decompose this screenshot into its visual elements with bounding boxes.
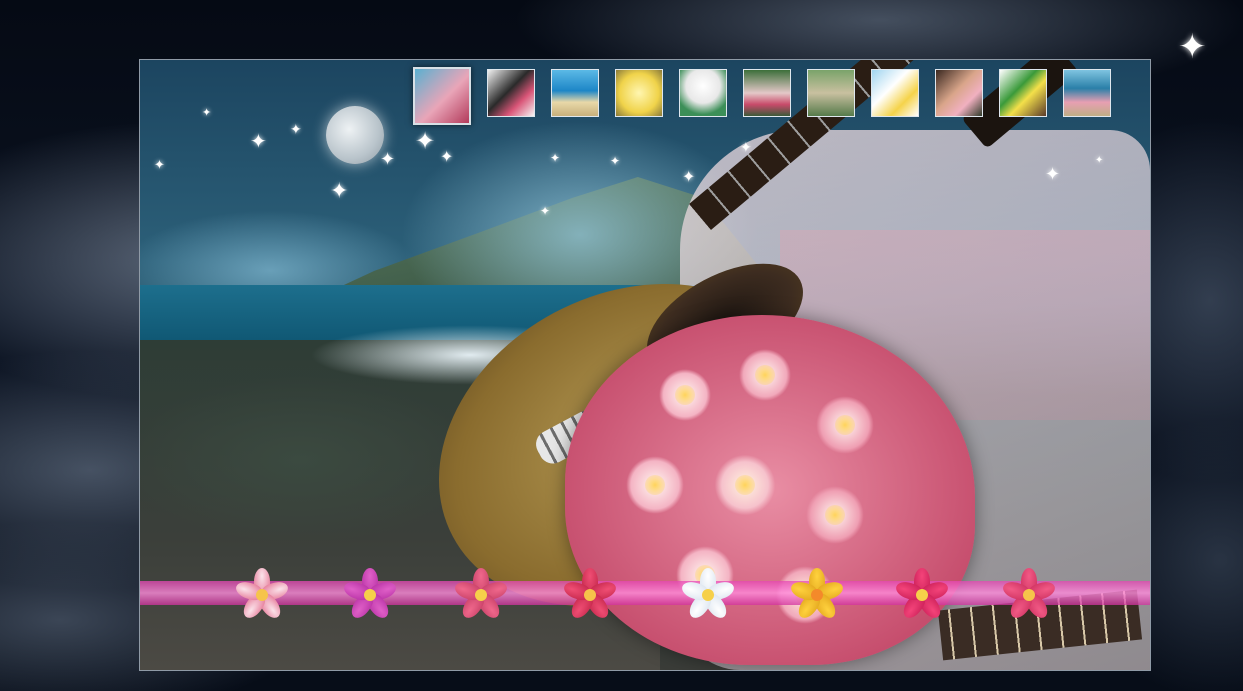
flower-bar xyxy=(140,581,1150,605)
flower-center xyxy=(584,589,596,601)
thumbnail-image xyxy=(1064,70,1110,116)
flower-center xyxy=(1023,589,1035,601)
thumb-bouquet-shore[interactable] xyxy=(1063,69,1111,117)
flower-center xyxy=(735,475,755,495)
flower-center xyxy=(755,365,775,385)
thumb-couple-yellow-bouquet[interactable] xyxy=(871,69,919,117)
thumb-couple-walking[interactable] xyxy=(807,69,855,117)
slideshow-stage: ✦ ✦ ✦ ✦ ✦ ✦ ✦ ✦ ✦ ✦ ✦ ✦ ✦ ✦ ✦ xyxy=(139,59,1151,671)
flower-white-button[interactable] xyxy=(679,568,737,622)
flower-center xyxy=(835,415,855,435)
flower-center xyxy=(702,589,714,601)
flower-deep-pink-button[interactable] xyxy=(561,568,619,622)
thumb-bride-smiling[interactable] xyxy=(935,69,983,117)
flower-center xyxy=(645,475,665,495)
sparkle-icon: ✦ xyxy=(540,204,551,218)
moon-icon xyxy=(326,106,384,164)
sparkle-icon: ✦ xyxy=(1045,164,1061,184)
flower-center xyxy=(675,385,695,405)
sparkle-icon: ✦ xyxy=(1095,155,1104,166)
sparkle-icon: ✦ xyxy=(380,149,396,169)
flower-center xyxy=(475,589,487,601)
thumbnail-image xyxy=(808,70,854,116)
thumbnail-image xyxy=(872,70,918,116)
thumbnail-image xyxy=(488,70,534,116)
sparkle-icon: ✦ xyxy=(682,169,696,186)
thumbnail-strip xyxy=(413,67,1111,125)
flower-pink-white-button[interactable] xyxy=(233,568,291,622)
thumb-bride-bouquet-garden[interactable] xyxy=(743,69,791,117)
sparkle-icon: ✦ xyxy=(610,154,621,168)
sparkle-icon: ✦ xyxy=(290,121,302,137)
sparkle-icon: ✦ xyxy=(1178,28,1207,66)
thumb-couple-lei[interactable] xyxy=(999,69,1047,117)
flower-yellow-button[interactable] xyxy=(788,568,846,622)
thumb-bouquet-beach[interactable] xyxy=(413,67,471,125)
sparkle-icon: ✦ xyxy=(550,151,561,165)
sparkle-icon: ✦ xyxy=(440,149,454,166)
flower-rose-button[interactable] xyxy=(1000,568,1058,622)
thumbnail-image xyxy=(680,70,726,116)
flower-magenta-button[interactable] xyxy=(341,568,399,622)
thumbnail-image xyxy=(415,69,469,123)
thumbnail-image xyxy=(936,70,982,116)
flower-center xyxy=(256,589,268,601)
thumbnail-image xyxy=(744,70,790,116)
thumbnail-image xyxy=(1000,70,1046,116)
thumb-beach-arch[interactable] xyxy=(551,69,599,117)
thumb-yellow-bouquet[interactable] xyxy=(615,69,663,117)
sparkle-icon: ✦ xyxy=(330,178,349,203)
sparkle-icon: ✦ xyxy=(154,157,165,172)
flower-pink-button[interactable] xyxy=(452,568,510,622)
flower-center xyxy=(916,589,928,601)
sparkle-icon: ✦ xyxy=(202,107,212,119)
thumbnail-image xyxy=(552,70,598,116)
flower-center xyxy=(825,505,845,525)
flower-hot-pink-button[interactable] xyxy=(893,568,951,622)
flower-center xyxy=(364,589,376,601)
thumb-couple-kiss-bouquet[interactable] xyxy=(487,69,535,117)
thumbnail-image xyxy=(616,70,662,116)
thumb-bride-umbrella[interactable] xyxy=(679,69,727,117)
sparkle-icon: ✦ xyxy=(415,128,436,155)
flower-center xyxy=(811,589,823,601)
sparkle-icon: ✦ xyxy=(250,131,267,153)
